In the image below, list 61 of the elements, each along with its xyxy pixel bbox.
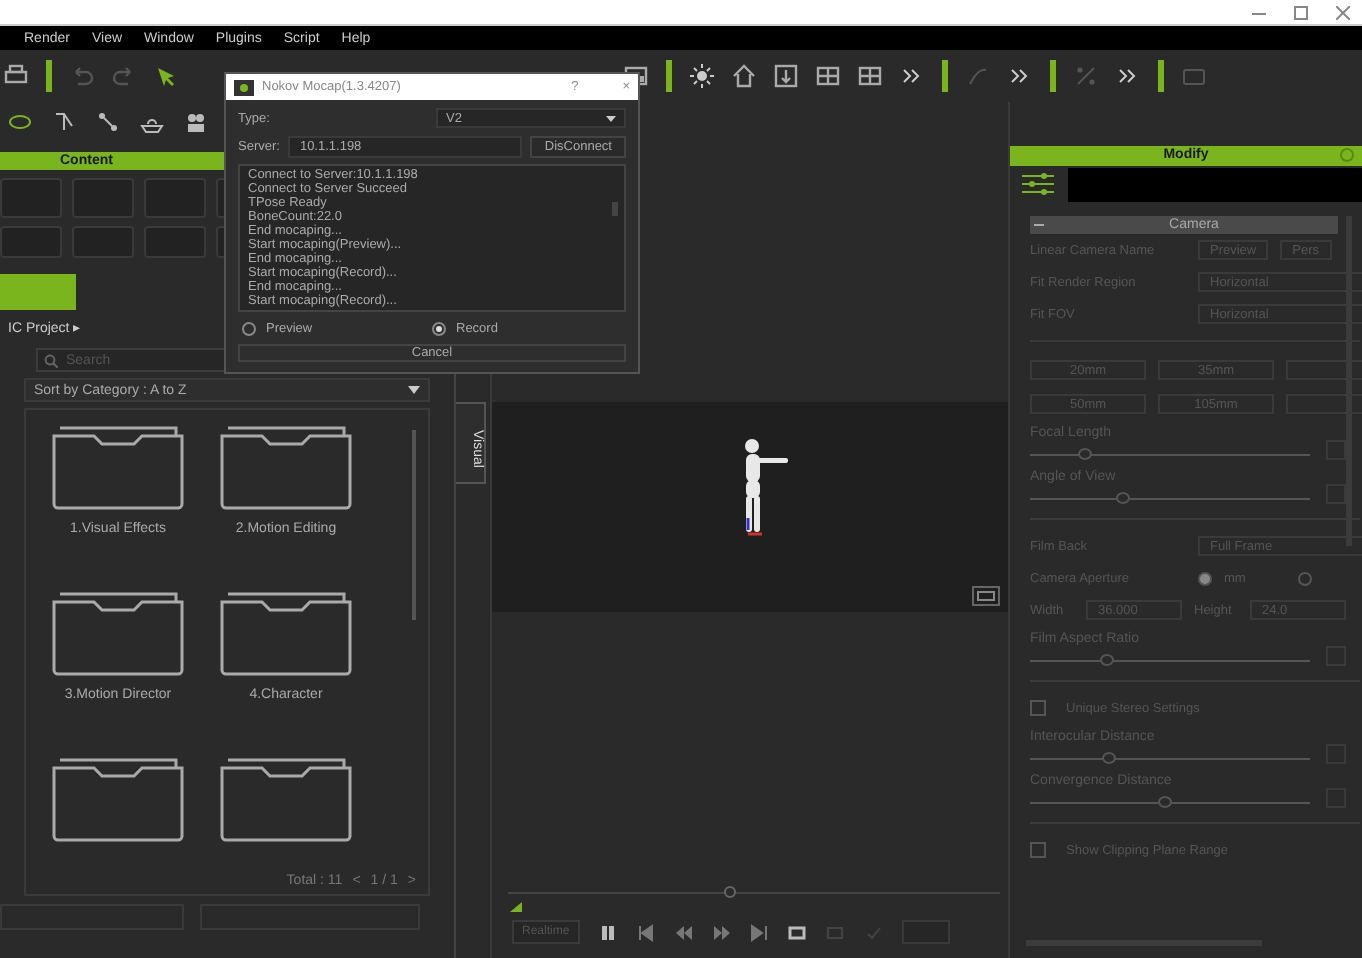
- redo-icon[interactable]: [112, 64, 136, 88]
- folder-icon[interactable]: [48, 592, 188, 676]
- scrollbar[interactable]: [412, 430, 416, 620]
- category-tile[interactable]: [72, 178, 134, 218]
- category-tile[interactable]: [144, 178, 206, 218]
- screen-icon[interactable]: [972, 586, 1000, 606]
- folder-icon[interactable]: [48, 758, 188, 842]
- grid-icon[interactable]: [816, 64, 840, 88]
- download-icon[interactable]: [774, 64, 798, 88]
- folder-icon[interactable]: [216, 758, 356, 842]
- category-tile[interactable]: [0, 178, 62, 218]
- folder-icon[interactable]: [48, 426, 188, 510]
- collapse-icon[interactable]: [1030, 220, 1050, 230]
- people-icon[interactable]: [184, 110, 208, 134]
- sun-icon[interactable]: [690, 64, 714, 88]
- category-tile[interactable]: [144, 226, 206, 258]
- app-icon: [234, 79, 254, 95]
- loop-icon[interactable]: [787, 923, 808, 941]
- slider-thumb[interactable]: [1158, 795, 1173, 807]
- search-icon: [44, 354, 58, 368]
- checkbox[interactable]: [1030, 700, 1046, 716]
- slider-thumb[interactable]: [1077, 447, 1092, 459]
- category-tile[interactable]: [72, 226, 134, 258]
- timeline-scrubber[interactable]: [723, 886, 736, 898]
- percent-icon[interactable]: [1074, 64, 1098, 88]
- maximize-icon[interactable]: [1294, 5, 1308, 19]
- caret-icon: [408, 386, 420, 394]
- rewind-icon[interactable]: [673, 923, 694, 941]
- folder-icon[interactable]: [216, 592, 356, 676]
- caret-icon: [606, 115, 616, 121]
- chevron-icon[interactable]: [900, 64, 924, 88]
- slider-thumb[interactable]: [1099, 653, 1114, 665]
- printer-icon[interactable]: [4, 64, 28, 88]
- radio-button[interactable]: [1297, 571, 1312, 585]
- home-icon[interactable]: [732, 64, 756, 88]
- pause-icon[interactable]: [597, 923, 618, 941]
- folder-icon[interactable]: [216, 426, 356, 510]
- sliders-icon[interactable]: [1020, 172, 1056, 196]
- close-icon[interactable]: [1336, 5, 1350, 19]
- branch-icon[interactable]: [52, 110, 76, 134]
- name-field[interactable]: [1068, 167, 1362, 201]
- radio-button[interactable]: [432, 322, 446, 336]
- forward-icon[interactable]: [711, 923, 732, 941]
- curve-icon[interactable]: [966, 64, 990, 88]
- undo-icon[interactable]: [70, 64, 94, 88]
- radio-button[interactable]: [1198, 571, 1212, 585]
- check-icon[interactable]: [863, 923, 884, 941]
- cursor-icon[interactable]: [154, 64, 178, 88]
- slider-thumb[interactable]: [1102, 751, 1117, 763]
- selected-tile[interactable]: [0, 274, 76, 310]
- previous-icon[interactable]: [635, 923, 656, 941]
- marker-icon: [510, 902, 522, 912]
- nodes-icon[interactable]: [96, 110, 120, 134]
- chevron-icon[interactable]: [1116, 64, 1140, 88]
- grid-icon[interactable]: [858, 64, 882, 88]
- checkbox[interactable]: [1030, 842, 1046, 858]
- chevron-icon[interactable]: [1008, 64, 1032, 88]
- slider-thumb[interactable]: [1116, 491, 1131, 503]
- next-icon[interactable]: [749, 923, 770, 941]
- radio-button[interactable]: [242, 322, 256, 336]
- category-tile[interactable]: [0, 226, 62, 258]
